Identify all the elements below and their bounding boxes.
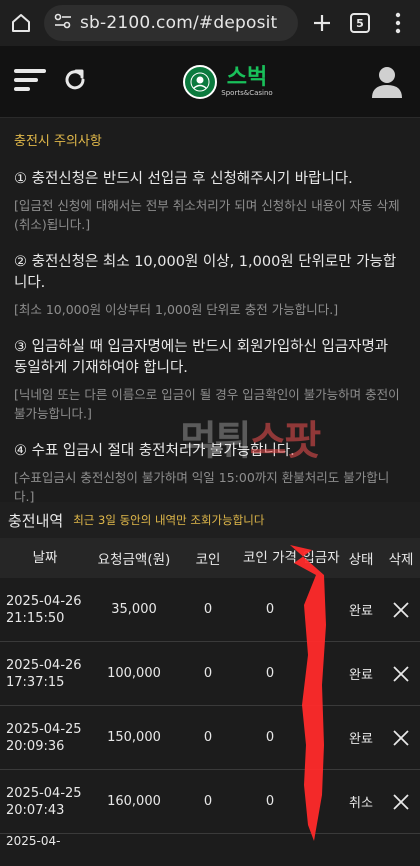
col-delete: 삭제 — [388, 552, 414, 568]
table-row: 2025-04-25 20:07:43 160,000 0 0 취소 — [0, 770, 420, 834]
row-status: 완료 — [349, 604, 373, 619]
tab-switcher-button[interactable]: 5 — [346, 9, 374, 37]
delete-icon[interactable] — [382, 665, 420, 682]
site-logo[interactable]: 스벅 Sports&Casino — [183, 64, 273, 99]
notice-sub-text: [입금전 신청에 대해서는 전부 취소처리가 되며 신청하신 내용이 자동 삭제… — [14, 198, 400, 232]
row-coin-price: 0 — [265, 729, 275, 745]
delete-icon[interactable] — [382, 729, 420, 746]
delete-icon[interactable] — [382, 601, 420, 618]
more-menu-icon[interactable] — [384, 9, 412, 37]
col-coin: 코인 — [195, 552, 221, 568]
row-date: 2025-04-26 21:15:50 — [6, 593, 82, 626]
row-date: 2025-04-26 17:37:15 — [6, 657, 82, 690]
url-text[interactable]: sb-2100.com/#deposit — [80, 13, 277, 33]
row-status: 완료 — [349, 732, 373, 747]
logo-subtitle: Sports&Casino — [221, 88, 273, 97]
browser-toolbar: sb-2100.com/#deposit 5 — [0, 0, 420, 46]
notice-main-text: ③ 입금하실 때 입금자명에는 반드시 회원가입하신 입금자명과 동일하게 기재… — [14, 339, 389, 376]
row-amount: 35,000 — [111, 602, 157, 617]
row-amount: 160,000 — [107, 794, 161, 809]
col-status: 상태 — [348, 552, 374, 568]
history-title: 충전내역 — [8, 511, 64, 530]
table-row: 2025-04-25 20:09:36 150,000 0 0 완료 — [0, 706, 420, 770]
table-header: 날짜 요청금액(원) 코인 코인 가격 입금자 상태 삭제 — [0, 538, 420, 578]
notice-sub-text: [수표입금시 충전신청이 불가하며 익일 15:00까지 환불처리도 불가합니다… — [14, 470, 390, 504]
notice-sub-text: [최소 10,000원 이상부터 1,000원 단위로 충전 가능합니다.] — [14, 302, 339, 317]
notice-item: ① 충전신청은 반드시 선입금 후 신청해주시기 바랍니다. [입금전 신청에 … — [14, 169, 406, 234]
watermark-text-1: 먹튀 — [180, 418, 252, 464]
row-amount: 100,000 — [107, 666, 161, 681]
table-row: 2025-04-26 21:15:50 35,000 0 0 완료 — [0, 578, 420, 642]
row-coin: 0 — [203, 794, 213, 809]
col-depositor: 입금자 — [302, 550, 340, 566]
watermark-text-2: 스팟 — [249, 418, 322, 464]
row-amount: 150,000 — [107, 730, 161, 745]
row-coin-price: 0 — [265, 793, 275, 809]
menu-icon[interactable] — [14, 67, 46, 97]
row-date: 2025-04-25 20:09:36 — [6, 721, 82, 754]
notice-main-text: ② 충전신청은 최소 10,000원 이상, 1,000원 단위로만 가능합니다… — [14, 254, 397, 291]
address-bar[interactable]: sb-2100.com/#deposit — [44, 5, 298, 41]
col-amount: 요청금액(원) — [97, 552, 171, 568]
site-header: 스벅 Sports&Casino — [0, 46, 420, 118]
logo-text: 스벅 — [226, 64, 268, 90]
site-settings-icon[interactable] — [54, 13, 72, 33]
row-coin-price: 0 — [265, 665, 275, 681]
tab-count: 5 — [350, 13, 370, 33]
history-note: 최근 3일 동안의 내역만 조회가능합니다 — [73, 513, 265, 527]
row-status: 취소 — [349, 796, 373, 811]
row-coin-price: 0 — [265, 601, 275, 617]
notice-item: ② 충전신청은 최소 10,000원 이상, 1,000원 단위로만 가능합니다… — [14, 252, 406, 319]
history-header: 충전내역 최근 3일 동안의 내역만 조회가능합니다 — [0, 502, 420, 538]
delete-icon[interactable] — [382, 793, 420, 810]
row-coin: 0 — [203, 666, 213, 681]
refresh-icon[interactable] — [62, 67, 88, 97]
table-row: 2025-04-26 17:37:15 100,000 0 0 완료 — [0, 642, 420, 706]
notice-title: 충전시 주의사항 — [14, 134, 102, 149]
row-date: 2025-04-25 20:07:43 — [6, 785, 82, 818]
table-row-partial: 2025-04- — [6, 834, 61, 848]
col-coin-price: 코인 가격 — [243, 550, 297, 566]
home-icon[interactable] — [8, 10, 34, 36]
row-status: 완료 — [349, 668, 373, 683]
deposit-notice: 충전시 주의사항 ① 충전신청은 반드시 선입금 후 신청해주시기 바랍니다. … — [0, 118, 420, 504]
row-coin: 0 — [203, 602, 213, 617]
col-date: 날짜 — [32, 549, 58, 566]
user-icon[interactable] — [368, 63, 406, 101]
row-coin: 0 — [203, 730, 213, 745]
logo-emblem-icon — [183, 64, 218, 99]
new-tab-icon[interactable] — [308, 9, 336, 37]
notice-main-text: ① 충전신청은 반드시 선입금 후 신청해주시기 바랍니다. — [14, 171, 353, 187]
watermark: 먹튀스팟 — [180, 408, 322, 466]
